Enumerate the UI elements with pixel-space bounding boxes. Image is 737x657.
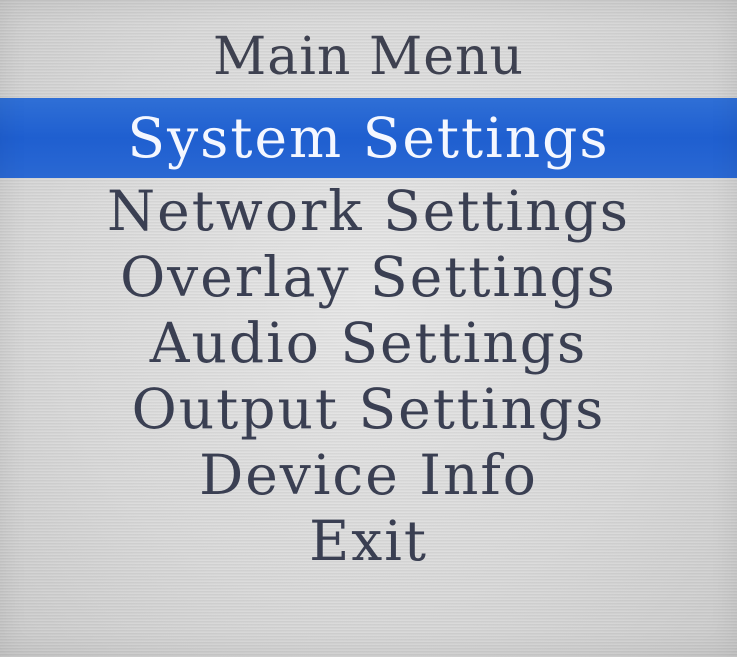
osd-screen: Main Menu System Settings Network Settin… (0, 0, 737, 657)
menu-item-system-settings[interactable]: System Settings (0, 98, 737, 178)
main-menu: System Settings Network Settings Overlay… (0, 98, 737, 574)
menu-item-audio-settings[interactable]: Audio Settings (0, 310, 737, 376)
menu-title: Main Menu (213, 27, 524, 87)
menu-item-output-settings[interactable]: Output Settings (0, 376, 737, 442)
menu-item-exit[interactable]: Exit (0, 508, 737, 574)
menu-item-device-info[interactable]: Device Info (0, 442, 737, 508)
menu-item-overlay-settings[interactable]: Overlay Settings (0, 244, 737, 310)
menu-item-network-settings[interactable]: Network Settings (0, 178, 737, 244)
